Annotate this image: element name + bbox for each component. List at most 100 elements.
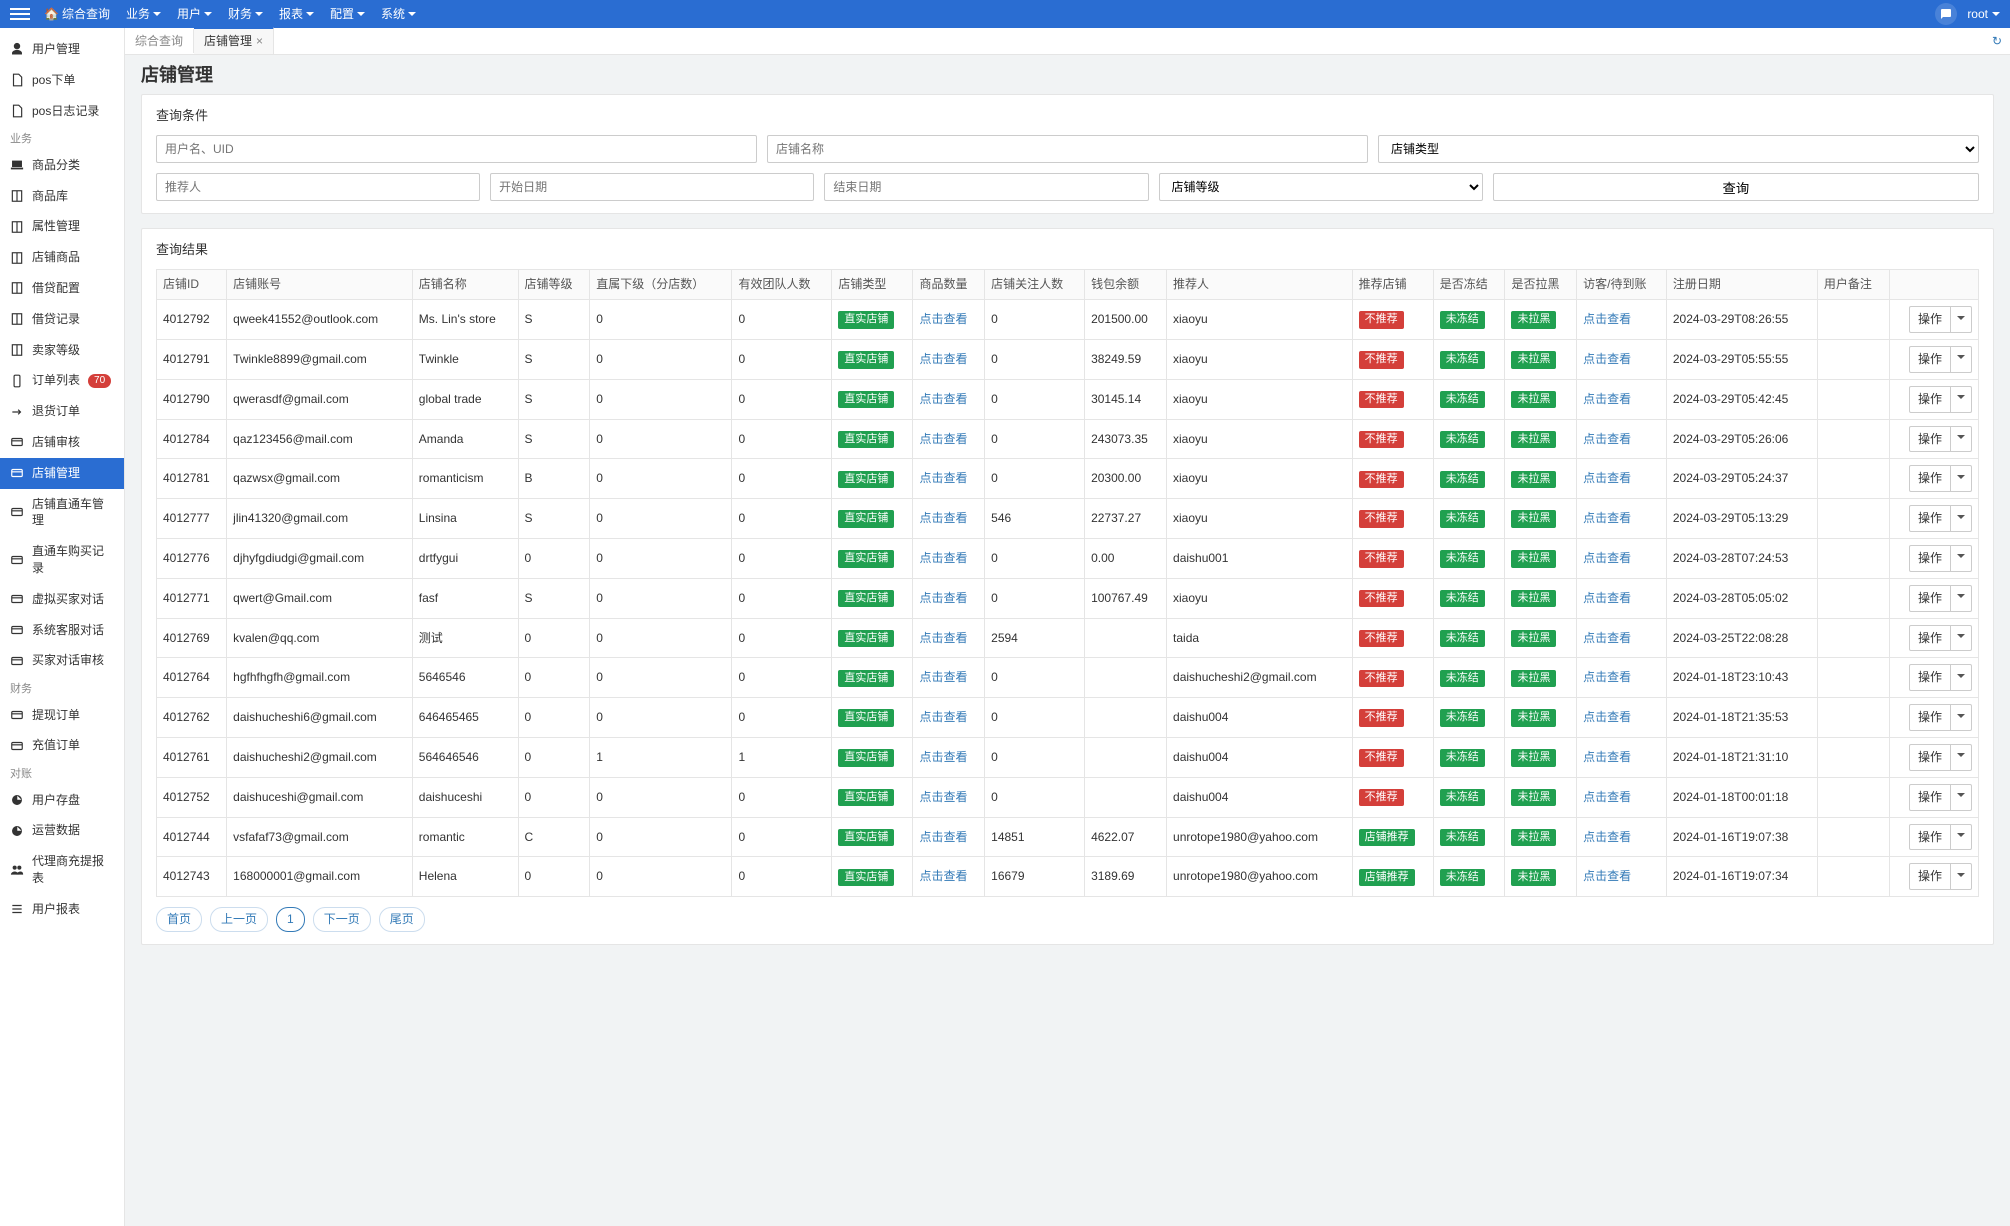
visitor-link[interactable]: 点击查看 [1583, 750, 1631, 764]
sidebar-item[interactable]: pos日志记录 [0, 96, 124, 127]
sidebar-item[interactable]: 买家对话审核 [0, 645, 124, 676]
visitor-link[interactable]: 点击查看 [1583, 830, 1631, 844]
visitor-link[interactable]: 点击查看 [1583, 352, 1631, 366]
product-count-link[interactable]: 点击查看 [919, 631, 967, 645]
visitor-link[interactable]: 点击查看 [1583, 790, 1631, 804]
visitor-link[interactable]: 点击查看 [1583, 869, 1631, 883]
sidebar-item[interactable]: 运营数据 [0, 815, 124, 846]
product-count-link[interactable]: 点击查看 [919, 312, 967, 326]
store-name-input[interactable] [767, 135, 1368, 163]
chevron-down-icon[interactable] [1950, 347, 1971, 372]
chevron-down-icon[interactable] [1950, 427, 1971, 452]
action-button[interactable]: 操作 [1909, 744, 1972, 771]
visitor-link[interactable]: 点击查看 [1583, 670, 1631, 684]
chevron-down-icon[interactable] [1950, 825, 1971, 850]
chevron-down-icon[interactable] [1950, 864, 1971, 889]
close-icon[interactable]: × [256, 34, 263, 48]
product-count-link[interactable]: 点击查看 [919, 511, 967, 525]
product-count-link[interactable]: 点击查看 [919, 830, 967, 844]
topnav-home[interactable]: 🏠 综合查询 [44, 6, 110, 23]
action-button[interactable]: 操作 [1909, 784, 1972, 811]
sidebar-item[interactable]: 用户管理 [0, 34, 124, 65]
product-count-link[interactable]: 点击查看 [919, 392, 967, 406]
user-input[interactable] [156, 135, 757, 163]
product-count-link[interactable]: 点击查看 [919, 591, 967, 605]
chevron-down-icon[interactable] [1950, 705, 1971, 730]
topnav-item-0[interactable]: 业务 [126, 6, 161, 23]
sidebar-item[interactable]: 卖家等级 [0, 335, 124, 366]
visitor-link[interactable]: 点击查看 [1583, 631, 1631, 645]
product-count-link[interactable]: 点击查看 [919, 432, 967, 446]
sidebar-item[interactable]: 借贷记录 [0, 304, 124, 335]
chevron-down-icon[interactable] [1950, 307, 1971, 332]
store-type-select[interactable]: 店铺类型 [1378, 135, 1979, 163]
action-button[interactable]: 操作 [1909, 465, 1972, 492]
sidebar-item[interactable]: 直通车购买记录 [0, 536, 124, 584]
sidebar-item[interactable]: 用户存盘 [0, 785, 124, 816]
pager-prev[interactable]: 上一页 [210, 907, 268, 932]
pager-next[interactable]: 下一页 [313, 907, 371, 932]
topnav-item-5[interactable]: 系统 [381, 6, 416, 23]
sidebar-item[interactable]: pos下单 [0, 65, 124, 96]
visitor-link[interactable]: 点击查看 [1583, 710, 1631, 724]
hamburger-icon[interactable] [10, 4, 30, 24]
refresh-icon[interactable]: ↻ [1984, 29, 2010, 54]
product-count-link[interactable]: 点击查看 [919, 471, 967, 485]
topnav-item-3[interactable]: 报表 [279, 6, 314, 23]
referrer-input[interactable] [156, 173, 480, 201]
sidebar-item[interactable]: 提现订单 [0, 700, 124, 731]
chevron-down-icon[interactable] [1950, 665, 1971, 690]
action-button[interactable]: 操作 [1909, 505, 1972, 532]
end-date-input[interactable] [824, 173, 1148, 201]
visitor-link[interactable]: 点击查看 [1583, 392, 1631, 406]
chevron-down-icon[interactable] [1950, 586, 1971, 611]
pager-page-1[interactable]: 1 [276, 907, 305, 932]
visitor-link[interactable]: 点击查看 [1583, 432, 1631, 446]
topnav-item-2[interactable]: 财务 [228, 6, 263, 23]
action-button[interactable]: 操作 [1909, 664, 1972, 691]
query-button[interactable]: 查询 [1493, 173, 1979, 201]
chevron-down-icon[interactable] [1950, 785, 1971, 810]
user-menu[interactable]: root [1967, 6, 2000, 23]
action-button[interactable]: 操作 [1909, 625, 1972, 652]
sidebar-item[interactable]: 用户报表 [0, 894, 124, 925]
topnav-item-1[interactable]: 用户 [177, 6, 212, 23]
sidebar-item[interactable]: 店铺审核 [0, 427, 124, 458]
product-count-link[interactable]: 点击查看 [919, 670, 967, 684]
chat-icon[interactable] [1935, 3, 1957, 25]
visitor-link[interactable]: 点击查看 [1583, 551, 1631, 565]
visitor-link[interactable]: 点击查看 [1583, 511, 1631, 525]
sidebar-item[interactable]: 商品库 [0, 181, 124, 212]
store-level-select[interactable]: 店铺等级 [1159, 173, 1483, 201]
visitor-link[interactable]: 点击查看 [1583, 312, 1631, 326]
product-count-link[interactable]: 点击查看 [919, 551, 967, 565]
product-count-link[interactable]: 点击查看 [919, 352, 967, 366]
chevron-down-icon[interactable] [1950, 546, 1971, 571]
product-count-link[interactable]: 点击查看 [919, 869, 967, 883]
sidebar-item[interactable]: 属性管理 [0, 211, 124, 242]
product-count-link[interactable]: 点击查看 [919, 710, 967, 724]
action-button[interactable]: 操作 [1909, 585, 1972, 612]
product-count-link[interactable]: 点击查看 [919, 750, 967, 764]
sidebar-item[interactable]: 店铺商品 [0, 242, 124, 273]
sidebar-item[interactable]: 系统客服对话 [0, 615, 124, 646]
chevron-down-icon[interactable] [1950, 745, 1971, 770]
sidebar-item[interactable]: 商品分类 [0, 150, 124, 181]
sidebar-item[interactable]: 虚拟买家对话 [0, 584, 124, 615]
action-button[interactable]: 操作 [1909, 863, 1972, 890]
sidebar-item[interactable]: 店铺管理 [0, 458, 124, 489]
action-button[interactable]: 操作 [1909, 306, 1972, 333]
start-date-input[interactable] [490, 173, 814, 201]
sidebar-item[interactable]: 店铺直通车管理 [0, 489, 124, 537]
action-button[interactable]: 操作 [1909, 346, 1972, 373]
chevron-down-icon[interactable] [1950, 387, 1971, 412]
action-button[interactable]: 操作 [1909, 824, 1972, 851]
tab-dashboard[interactable]: 综合查询 [125, 29, 194, 54]
sidebar-item[interactable]: 退货订单 [0, 396, 124, 427]
chevron-down-icon[interactable] [1950, 506, 1971, 531]
tab-store-manage[interactable]: 店铺管理× [194, 27, 274, 54]
pager-first[interactable]: 首页 [156, 907, 202, 932]
topnav-item-4[interactable]: 配置 [330, 6, 365, 23]
chevron-down-icon[interactable] [1950, 466, 1971, 491]
action-button[interactable]: 操作 [1909, 545, 1972, 572]
